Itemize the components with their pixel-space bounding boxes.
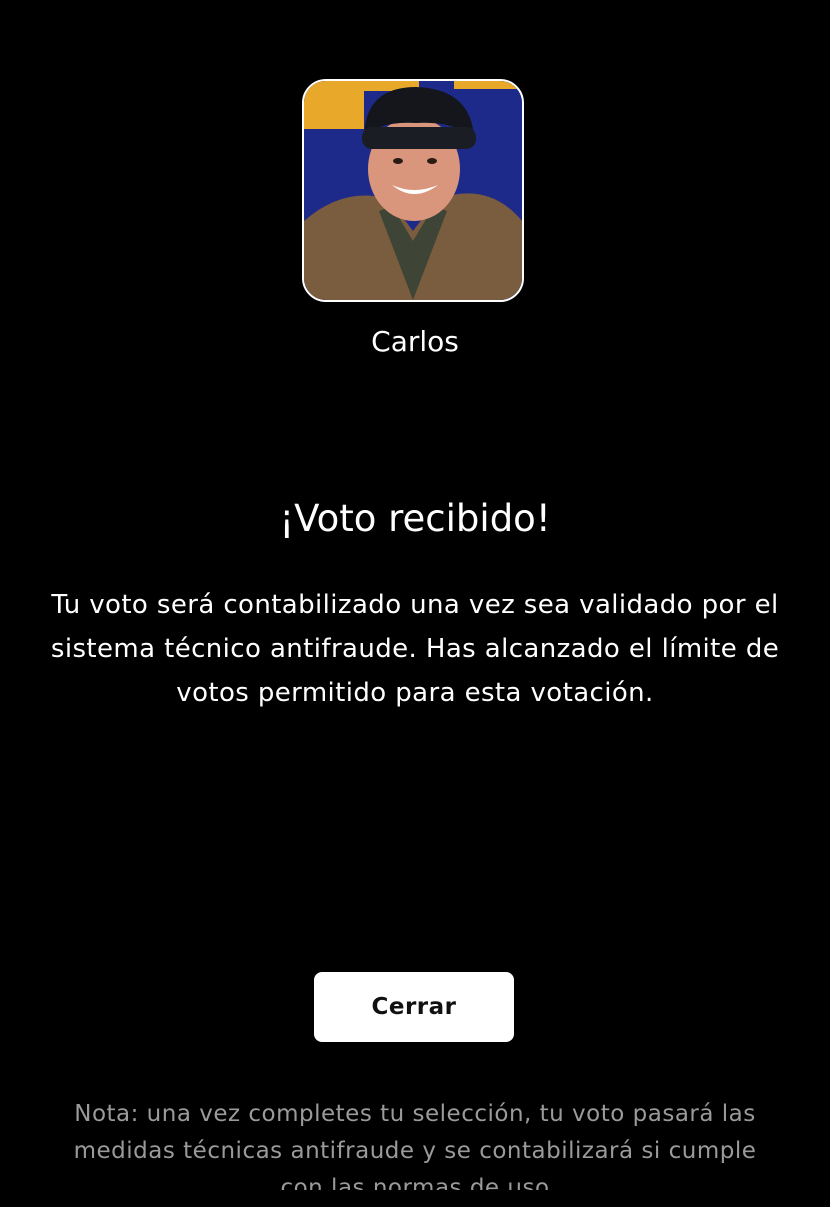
contestant-photo [304, 81, 522, 300]
contestant-avatar [302, 79, 524, 302]
vote-received-title: ¡Voto recibido! [279, 497, 551, 540]
bottom-edge [0, 1190, 830, 1200]
contestant-name: Carlos [371, 325, 459, 358]
vote-confirmation-message: Tu voto será contabilizado una vez sea v… [50, 590, 780, 708]
close-button[interactable]: Cerrar [314, 972, 514, 1042]
